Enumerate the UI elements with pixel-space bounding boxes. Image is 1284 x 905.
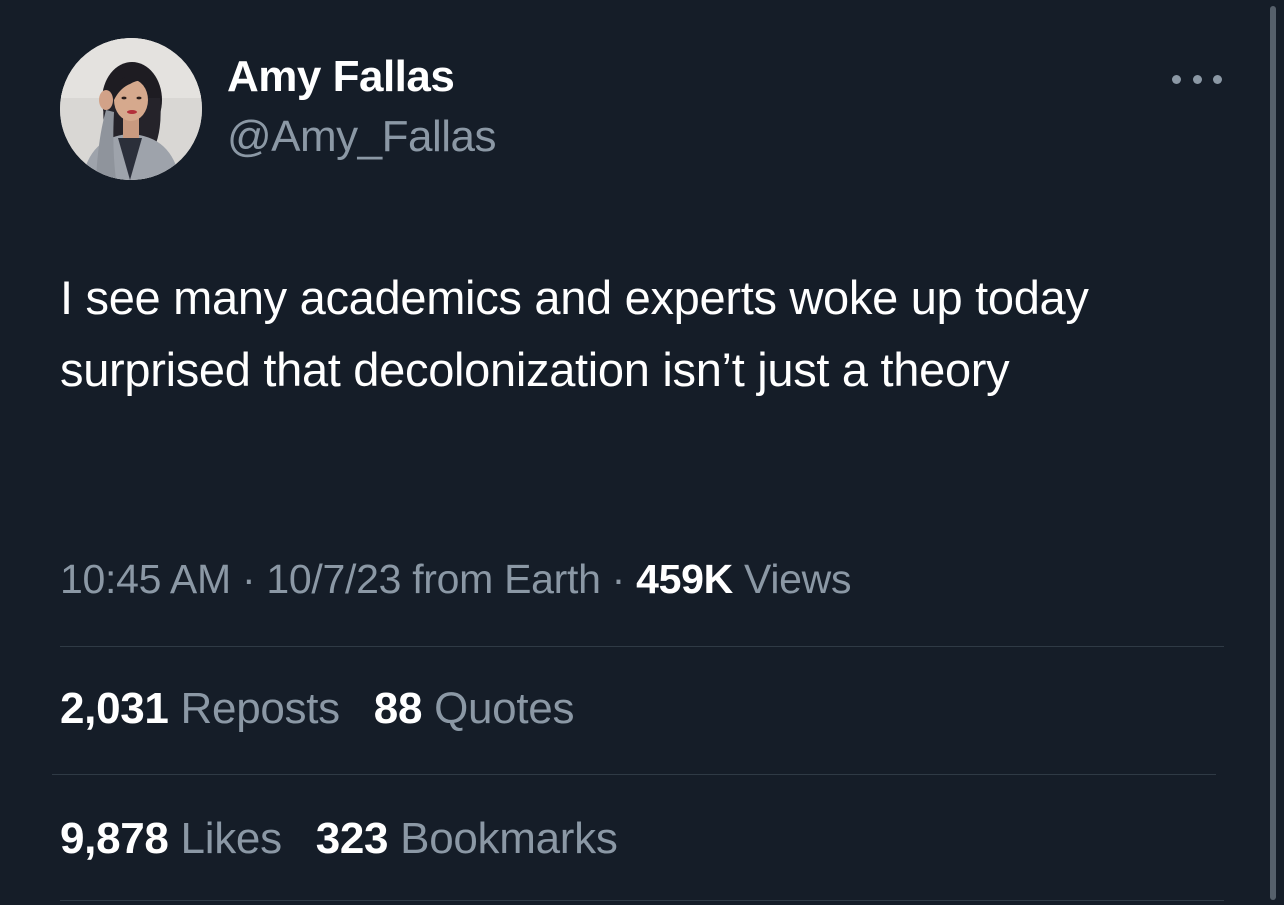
likes-count: 9,878 [60, 814, 169, 863]
meta-separator: · [241, 556, 256, 602]
likes-stat[interactable]: 9,878 Likes [60, 814, 282, 864]
more-horizontal-icon [1172, 74, 1181, 84]
tweet-text: I see many academics and experts woke up… [60, 271, 1089, 396]
more-options-button[interactable] [1172, 64, 1222, 94]
bookmarks-label: Bookmarks [400, 814, 618, 863]
avatar-photo [60, 38, 202, 180]
divider [60, 900, 1224, 901]
bookmarks-stat[interactable]: 323 Bookmarks [316, 814, 618, 864]
quotes-count: 88 [373, 684, 423, 733]
avatar[interactable] [60, 38, 202, 180]
bookmarks-count: 323 [315, 814, 389, 863]
meta-separator: · [611, 556, 626, 602]
quotes-stat[interactable]: 88 Quotes [373, 684, 575, 734]
divider [60, 646, 1224, 647]
tweet-date[interactable]: 10/7/23 [266, 556, 401, 602]
tweet-source: from Earth [412, 556, 601, 602]
more-horizontal-icon-dot [1213, 74, 1222, 84]
views-count[interactable]: 459K [636, 556, 733, 602]
tweet-time[interactable]: 10:45 AM [60, 556, 231, 602]
divider [52, 774, 1216, 775]
quotes-label: Quotes [434, 684, 575, 733]
author-handle[interactable]: @Amy_Fallas [227, 112, 497, 162]
author-display-name[interactable]: Amy Fallas [227, 52, 455, 102]
reposts-stat[interactable]: 2,031 Reposts [60, 684, 340, 734]
like-bookmark-stats: 9,878 Likes 323 Bookmarks [60, 814, 640, 864]
scrollbar[interactable] [1270, 6, 1276, 900]
repost-quote-stats: 2,031 Reposts 88 Quotes [60, 684, 596, 734]
likes-label: Likes [180, 814, 283, 863]
reposts-count: 2,031 [60, 684, 169, 733]
tweet-detail-view: Amy Fallas @Amy_Fallas I see many academ… [0, 0, 1284, 905]
tweet-meta: 10:45 AM · 10/7/23 from Earth · 459K Vie… [60, 556, 851, 603]
more-horizontal-icon-dot [1192, 74, 1202, 84]
reposts-label: Reposts [180, 684, 341, 733]
views-label[interactable]: Views [744, 556, 851, 602]
